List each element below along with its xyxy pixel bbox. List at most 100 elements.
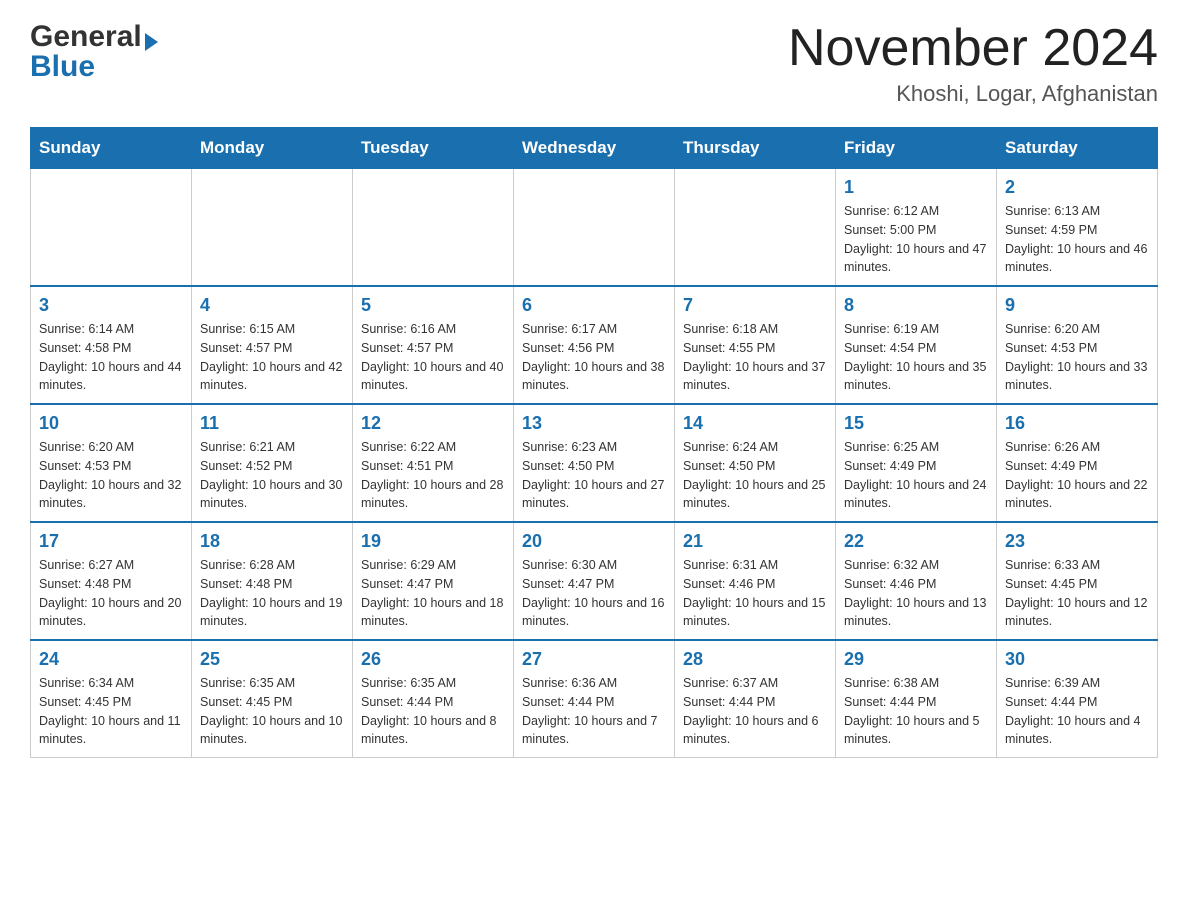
day-number: 29 [844,649,988,670]
day-number: 1 [844,177,988,198]
weekday-header-row: SundayMondayTuesdayWednesdayThursdayFrid… [31,128,1158,169]
logo-triangle-icon [145,33,158,51]
calendar-cell [675,169,836,287]
calendar-cell: 22Sunrise: 6:32 AMSunset: 4:46 PMDayligh… [836,522,997,640]
calendar-cell: 13 Sunrise: 6:23 AMSunset: 4:50 PMDayligh… [514,404,675,522]
calendar-cell: 6Sunrise: 6:17 AMSunset: 4:56 PMDaylight… [514,286,675,404]
calendar-cell: 18 Sunrise: 6:28 AMSunset: 4:48 PMDayligh… [192,522,353,640]
day-info: Sunrise: 6:27 AMSunset: 4:48 PMDaylight:… [39,556,183,631]
day-number: 2 [1005,177,1149,198]
calendar-cell: 24Sunrise: 6:34 AMSunset: 4:45 PMDayligh… [31,640,192,758]
calendar-cell: 5 Sunrise: 6:16 AMSunset: 4:57 PMDaylight… [353,286,514,404]
calendar-cell: 8 Sunrise: 6:19 AMSunset: 4:54 PMDaylight… [836,286,997,404]
month-title: November 2024 [788,20,1158,77]
day-number: 5 [361,295,505,316]
day-number: 27 [522,649,666,670]
day-info: Sunrise: 6:20 AMSunset: 4:53 PMDaylight:… [1005,320,1149,395]
day-number: 4 [200,295,344,316]
day-info: Sunrise: 6:26 AMSunset: 4:49 PMDaylight:… [1005,438,1149,513]
weekday-header-saturday: Saturday [997,128,1158,169]
day-number: 7 [683,295,827,316]
day-number: 15 [844,413,988,434]
day-number: 14 [683,413,827,434]
calendar-cell [514,169,675,287]
logo-text: General [30,20,158,54]
calendar-cell: 26 Sunrise: 6:35 AMSunset: 4:44 PMDayligh… [353,640,514,758]
day-number: 13 [522,413,666,434]
day-info: Sunrise: 6:17 AMSunset: 4:56 PMDaylight:… [522,320,666,395]
calendar-cell: 28Sunrise: 6:37 AMSunset: 4:44 PMDayligh… [675,640,836,758]
calendar-cell [192,169,353,287]
calendar-table: SundayMondayTuesdayWednesdayThursdayFrid… [30,127,1158,758]
day-info: Sunrise: 6:18 AMSunset: 4:55 PMDaylight:… [683,320,827,395]
calendar-week-row-2: 3 Sunrise: 6:14 AMSunset: 4:58 PMDaylight… [31,286,1158,404]
day-info: Sunrise: 6:34 AMSunset: 4:45 PMDaylight:… [39,674,183,749]
calendar-cell [31,169,192,287]
day-info: Sunrise: 6:23 AMSunset: 4:50 PMDaylight:… [522,438,666,513]
calendar-cell: 9 Sunrise: 6:20 AMSunset: 4:53 PMDaylight… [997,286,1158,404]
calendar-cell: 25 Sunrise: 6:35 AMSunset: 4:45 PMDayligh… [192,640,353,758]
day-info: Sunrise: 6:29 AMSunset: 4:47 PMDaylight:… [361,556,505,631]
day-info: Sunrise: 6:16 AMSunset: 4:57 PMDaylight:… [361,320,505,395]
day-number: 28 [683,649,827,670]
day-info: Sunrise: 6:13 AMSunset: 4:59 PMDaylight:… [1005,202,1149,277]
weekday-header-monday: Monday [192,128,353,169]
logo-blue: Blue [30,50,95,84]
day-number: 25 [200,649,344,670]
day-info: Sunrise: 6:36 AMSunset: 4:44 PMDaylight:… [522,674,666,749]
day-info: Sunrise: 6:22 AMSunset: 4:51 PMDaylight:… [361,438,505,513]
day-number: 3 [39,295,183,316]
weekday-header-thursday: Thursday [675,128,836,169]
weekday-header-tuesday: Tuesday [353,128,514,169]
calendar-cell: 7 Sunrise: 6:18 AMSunset: 4:55 PMDaylight… [675,286,836,404]
calendar-cell: 20Sunrise: 6:30 AMSunset: 4:47 PMDayligh… [514,522,675,640]
day-number: 21 [683,531,827,552]
day-info: Sunrise: 6:35 AMSunset: 4:44 PMDaylight:… [361,674,505,749]
day-number: 12 [361,413,505,434]
day-info: Sunrise: 6:19 AMSunset: 4:54 PMDaylight:… [844,320,988,395]
location-subtitle: Khoshi, Logar, Afghanistan [788,81,1158,107]
calendar-cell: 23 Sunrise: 6:33 AMSunset: 4:45 PMDayligh… [997,522,1158,640]
day-number: 18 [200,531,344,552]
calendar-cell: 19 Sunrise: 6:29 AMSunset: 4:47 PMDayligh… [353,522,514,640]
day-number: 17 [39,531,183,552]
calendar-cell: 17 Sunrise: 6:27 AMSunset: 4:48 PMDayligh… [31,522,192,640]
calendar-cell [353,169,514,287]
day-info: Sunrise: 6:39 AMSunset: 4:44 PMDaylight:… [1005,674,1149,749]
day-number: 11 [200,413,344,434]
calendar-cell: 4 Sunrise: 6:15 AMSunset: 4:57 PMDaylight… [192,286,353,404]
day-number: 26 [361,649,505,670]
calendar-cell: 30 Sunrise: 6:39 AMSunset: 4:44 PMDayligh… [997,640,1158,758]
day-info: Sunrise: 6:15 AMSunset: 4:57 PMDaylight:… [200,320,344,395]
calendar-cell: 12 Sunrise: 6:22 AMSunset: 4:51 PMDayligh… [353,404,514,522]
calendar-cell: 1Sunrise: 6:12 AMSunset: 5:00 PMDaylight… [836,169,997,287]
weekday-header-friday: Friday [836,128,997,169]
calendar-cell: 2 Sunrise: 6:13 AMSunset: 4:59 PMDaylight… [997,169,1158,287]
day-info: Sunrise: 6:33 AMSunset: 4:45 PMDaylight:… [1005,556,1149,631]
day-info: Sunrise: 6:14 AMSunset: 4:58 PMDaylight:… [39,320,183,395]
day-number: 23 [1005,531,1149,552]
calendar-week-row-1: 1Sunrise: 6:12 AMSunset: 5:00 PMDaylight… [31,169,1158,287]
logo-general: General [30,20,142,53]
calendar-cell: 16Sunrise: 6:26 AMSunset: 4:49 PMDayligh… [997,404,1158,522]
day-info: Sunrise: 6:24 AMSunset: 4:50 PMDaylight:… [683,438,827,513]
logo: General Blue [30,20,158,84]
day-info: Sunrise: 6:38 AMSunset: 4:44 PMDaylight:… [844,674,988,749]
day-info: Sunrise: 6:20 AMSunset: 4:53 PMDaylight:… [39,438,183,513]
calendar-cell: 3 Sunrise: 6:14 AMSunset: 4:58 PMDaylight… [31,286,192,404]
calendar-cell: 27 Sunrise: 6:36 AMSunset: 4:44 PMDayligh… [514,640,675,758]
day-number: 19 [361,531,505,552]
day-number: 22 [844,531,988,552]
day-info: Sunrise: 6:25 AMSunset: 4:49 PMDaylight:… [844,438,988,513]
day-number: 8 [844,295,988,316]
weekday-header-sunday: Sunday [31,128,192,169]
calendar-week-row-3: 10Sunrise: 6:20 AMSunset: 4:53 PMDayligh… [31,404,1158,522]
day-number: 9 [1005,295,1149,316]
calendar-cell: 21Sunrise: 6:31 AMSunset: 4:46 PMDayligh… [675,522,836,640]
day-number: 30 [1005,649,1149,670]
day-info: Sunrise: 6:21 AMSunset: 4:52 PMDaylight:… [200,438,344,513]
day-info: Sunrise: 6:28 AMSunset: 4:48 PMDaylight:… [200,556,344,631]
calendar-cell: 15 Sunrise: 6:25 AMSunset: 4:49 PMDayligh… [836,404,997,522]
day-info: Sunrise: 6:35 AMSunset: 4:45 PMDaylight:… [200,674,344,749]
calendar-cell: 10Sunrise: 6:20 AMSunset: 4:53 PMDayligh… [31,404,192,522]
